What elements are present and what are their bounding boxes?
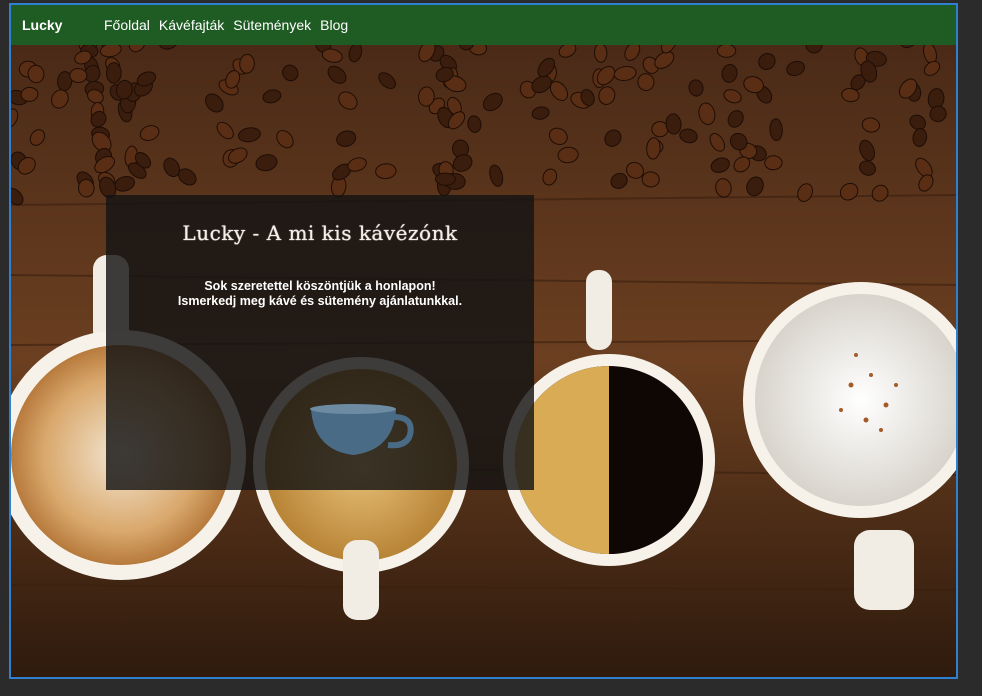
nav-links: Főoldal Kávéfajták Sütemények Blog xyxy=(104,17,348,33)
nav-link-fooldal[interactable]: Főoldal xyxy=(104,17,150,33)
navbar: Lucky Főoldal Kávéfajták Sütemények Blog xyxy=(11,5,956,45)
nav-link-blog[interactable]: Blog xyxy=(320,17,348,33)
welcome-line-1: Sok szeretettel köszöntjük a honlapon! xyxy=(204,279,436,293)
nav-link-sutemenyek[interactable]: Sütemények xyxy=(233,17,311,33)
brand-logo[interactable]: Lucky xyxy=(22,17,104,33)
welcome-text: Sok szeretettel köszöntjük a honlapon! I… xyxy=(106,279,534,309)
browser-viewport: Lucky Főoldal Kávéfajták Sütemények Blog xyxy=(9,3,958,679)
welcome-panel: Lucky - A mi kis kávézónk Sok szeretette… xyxy=(106,195,534,490)
welcome-line-2: Ismerkedj meg kávé és sütemény ajánlatun… xyxy=(177,294,463,308)
nav-link-kavefajtak[interactable]: Kávéfajták xyxy=(159,17,224,33)
hero-title: Lucky - A mi kis kávézónk xyxy=(182,221,458,245)
coffee-cup-icon xyxy=(310,404,414,455)
